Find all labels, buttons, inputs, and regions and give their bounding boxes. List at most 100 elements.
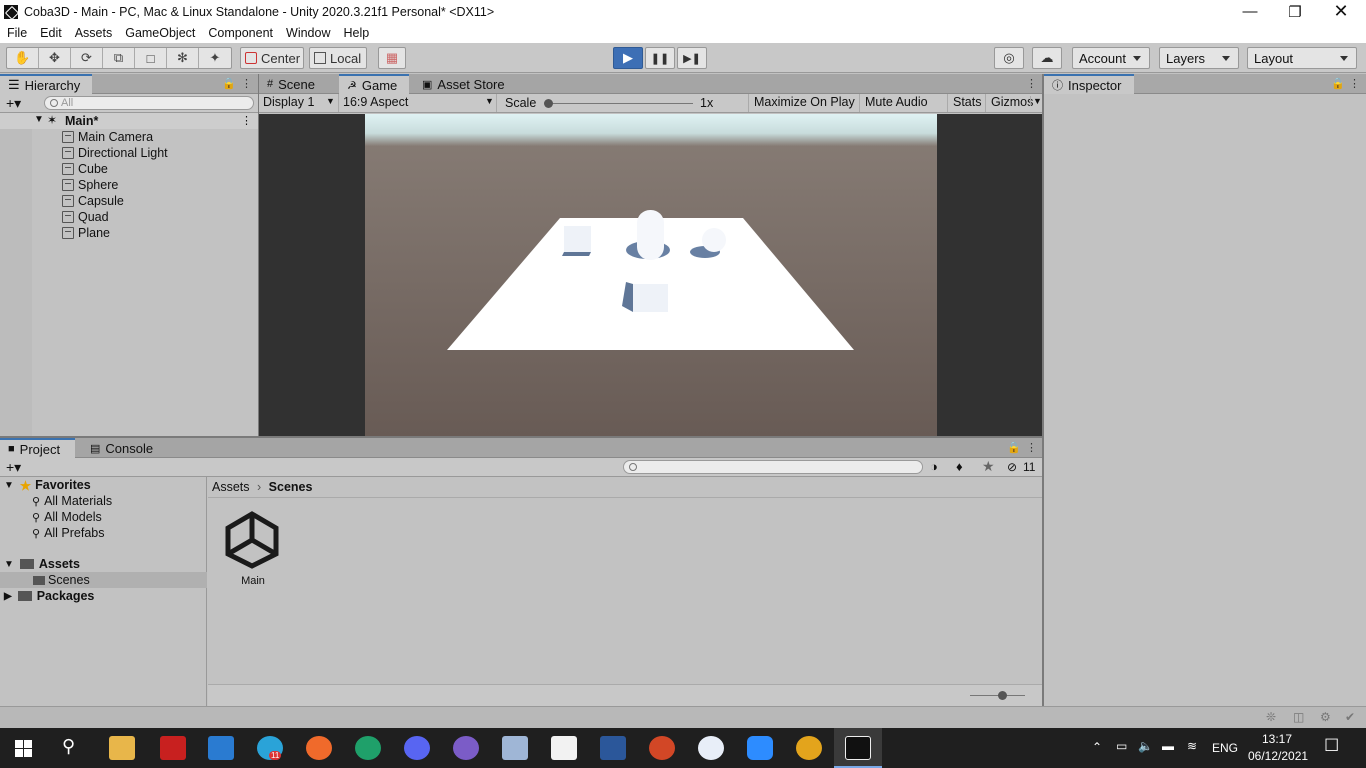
stats-toggle[interactable]: Stats bbox=[948, 94, 986, 112]
lock-icon[interactable]: 🔒 bbox=[1331, 77, 1345, 90]
hierarchy-item[interactable]: Main Camera bbox=[62, 129, 153, 145]
packages-row[interactable]: ▶ Packages bbox=[4, 588, 94, 604]
step-button[interactable]: ▶❚ bbox=[677, 47, 707, 69]
clock-date[interactable]: 06/12/2021 bbox=[1248, 749, 1308, 763]
search-icon[interactable]: ⚲ bbox=[62, 736, 75, 757]
gizmos-toggle[interactable]: Gizmos ▼ bbox=[986, 94, 1042, 112]
label-icon[interactable]: ♦ bbox=[956, 459, 963, 474]
pivot-center-button[interactable]: Center bbox=[240, 47, 304, 69]
hierarchy-item[interactable]: Capsule bbox=[62, 193, 124, 209]
kebab-menu-icon[interactable]: ⋮ bbox=[1026, 441, 1037, 454]
battery-icon[interactable]: ▬ bbox=[1162, 739, 1174, 753]
rect-tool-icon[interactable]: □ bbox=[135, 48, 167, 68]
expand-arrow-icon[interactable]: ▼ bbox=[34, 114, 44, 125]
clock-time[interactable]: 13:17 bbox=[1262, 732, 1292, 746]
scene-row[interactable]: ▼ ✶ Main* ⋮ bbox=[0, 113, 258, 129]
lock-icon[interactable]: 🔒 bbox=[1007, 441, 1021, 454]
tab-asset-store[interactable]: ▣ Asset Store bbox=[414, 74, 514, 94]
create-icon[interactable]: +▾ bbox=[6, 459, 21, 476]
custom-tool-icon[interactable]: ✦ bbox=[199, 48, 231, 68]
minimize-button[interactable]: — bbox=[1227, 0, 1273, 23]
aspect-dropdown[interactable]: 16:9 Aspect ▼ bbox=[339, 94, 497, 112]
tab-console[interactable]: ▤ Console bbox=[82, 438, 172, 458]
tab-inspector[interactable]: ⓘ Inspector bbox=[1044, 74, 1134, 94]
asset-item[interactable]: Main bbox=[218, 510, 288, 590]
discord-icon[interactable] bbox=[404, 736, 430, 760]
vscode-icon[interactable] bbox=[208, 736, 234, 760]
favorites-item[interactable]: ⚲ All Models bbox=[32, 509, 102, 525]
hierarchy-item[interactable]: Quad bbox=[62, 209, 109, 225]
scene-menu-icon[interactable]: ⋮ bbox=[241, 114, 252, 127]
assets-row[interactable]: ▼ Assets bbox=[4, 556, 80, 572]
add-icon[interactable]: +▾ bbox=[6, 95, 21, 112]
favorites-row[interactable]: ▼ ★ Favorites bbox=[4, 477, 91, 493]
move-tool-icon[interactable]: ✥ bbox=[39, 48, 71, 68]
volume-icon[interactable]: 🔈 bbox=[1138, 739, 1153, 753]
scale-tool-icon[interactable]: ⧉ bbox=[103, 48, 135, 68]
hierarchy-item[interactable]: Cube bbox=[62, 161, 108, 177]
tab-hierarchy[interactable]: ☰ Hierarchy bbox=[0, 74, 92, 94]
scenes-folder-row[interactable]: Scenes bbox=[33, 572, 90, 588]
tab-scene[interactable]: # Scene bbox=[259, 74, 339, 94]
rotate-tool-icon[interactable]: ⟳ bbox=[71, 48, 103, 68]
hierarchy-item[interactable]: Plane bbox=[62, 225, 110, 241]
language-indicator[interactable]: ENG bbox=[1212, 741, 1238, 755]
close-button[interactable]: ✕ bbox=[1318, 0, 1364, 23]
firefox-icon[interactable] bbox=[306, 736, 332, 760]
chevron-up-icon[interactable]: ⌃ bbox=[1092, 740, 1102, 754]
cube-app-icon[interactable] bbox=[502, 736, 528, 760]
chrome-icon[interactable] bbox=[796, 736, 822, 760]
word-icon[interactable] bbox=[600, 736, 626, 760]
breadcrumb-assets[interactable]: Assets bbox=[212, 480, 250, 494]
edge-icon[interactable] bbox=[355, 736, 381, 760]
transform-tool-icon[interactable]: ✻ bbox=[167, 48, 199, 68]
restore-button[interactable]: ❐ bbox=[1272, 0, 1318, 23]
maximize-on-play-toggle[interactable]: Maximize On Play bbox=[748, 94, 860, 112]
favorites-item[interactable]: ⚲ All Materials bbox=[32, 493, 112, 509]
collab-icon[interactable]: ◎ bbox=[994, 47, 1024, 69]
hierarchy-search-input[interactable]: All bbox=[44, 96, 254, 110]
kebab-menu-icon[interactable]: ⋮ bbox=[241, 77, 252, 90]
mute-audio-toggle[interactable]: Mute Audio bbox=[860, 94, 948, 112]
hand-tool-icon[interactable]: ✋ bbox=[7, 48, 39, 68]
filter-type-icon[interactable]: ◑ bbox=[930, 459, 938, 474]
game-view[interactable] bbox=[259, 114, 1042, 436]
account-dropdown[interactable]: Account bbox=[1072, 47, 1150, 69]
menu-file[interactable]: File bbox=[0, 26, 33, 40]
icon-size-slider-thumb[interactable] bbox=[998, 691, 1007, 700]
settings-status-icon[interactable]: ⚙ bbox=[1320, 710, 1331, 724]
menu-edit[interactable]: Edit bbox=[33, 26, 68, 40]
hierarchy-item[interactable]: Directional Light bbox=[62, 145, 168, 161]
menu-gameobject[interactable]: GameObject bbox=[118, 26, 201, 40]
file-explorer-icon[interactable] bbox=[109, 736, 135, 760]
kebab-menu-icon[interactable]: ⋮ bbox=[1349, 77, 1360, 90]
powerpoint-icon[interactable] bbox=[649, 736, 675, 760]
device-icon[interactable]: ▭ bbox=[1116, 739, 1127, 753]
layers-dropdown[interactable]: Layers bbox=[1159, 47, 1239, 69]
favorites-item[interactable]: ⚲ All Prefabs bbox=[32, 525, 105, 541]
star-icon[interactable]: ★ bbox=[982, 458, 995, 475]
hidden-packages-icon[interactable]: ⊘ bbox=[1007, 460, 1017, 474]
layers-status-icon[interactable]: ◫ bbox=[1293, 710, 1304, 724]
unity-hub-icon[interactable] bbox=[551, 736, 577, 760]
lock-icon[interactable]: 🔒 bbox=[222, 77, 236, 90]
acrobat-icon[interactable] bbox=[160, 736, 186, 760]
pause-button[interactable]: ❚❚ bbox=[645, 47, 675, 69]
menu-help[interactable]: Help bbox=[336, 26, 375, 40]
menu-assets[interactable]: Assets bbox=[68, 26, 119, 40]
tab-project[interactable]: ■ Project bbox=[0, 438, 75, 458]
play-button[interactable]: ▶ bbox=[613, 47, 643, 69]
zoom-icon[interactable] bbox=[747, 736, 773, 760]
grid-snap-button[interactable]: ▦ bbox=[378, 47, 406, 69]
windows-start-icon[interactable] bbox=[15, 740, 32, 757]
pivot-local-button[interactable]: Local bbox=[309, 47, 367, 69]
scale-slider-track[interactable] bbox=[548, 103, 693, 104]
breadcrumb-scenes[interactable]: Scenes bbox=[269, 480, 313, 494]
bug-icon[interactable]: ❊ bbox=[1266, 710, 1276, 724]
menu-window[interactable]: Window bbox=[279, 26, 336, 40]
display-dropdown[interactable]: Display 1 ▼ bbox=[259, 94, 339, 112]
gizmos-arrow-icon[interactable]: ▼ bbox=[1030, 96, 1042, 106]
github-desktop-icon[interactable] bbox=[453, 736, 479, 760]
unity-taskbar-item[interactable] bbox=[834, 728, 882, 768]
scale-slider-thumb[interactable] bbox=[544, 99, 553, 108]
